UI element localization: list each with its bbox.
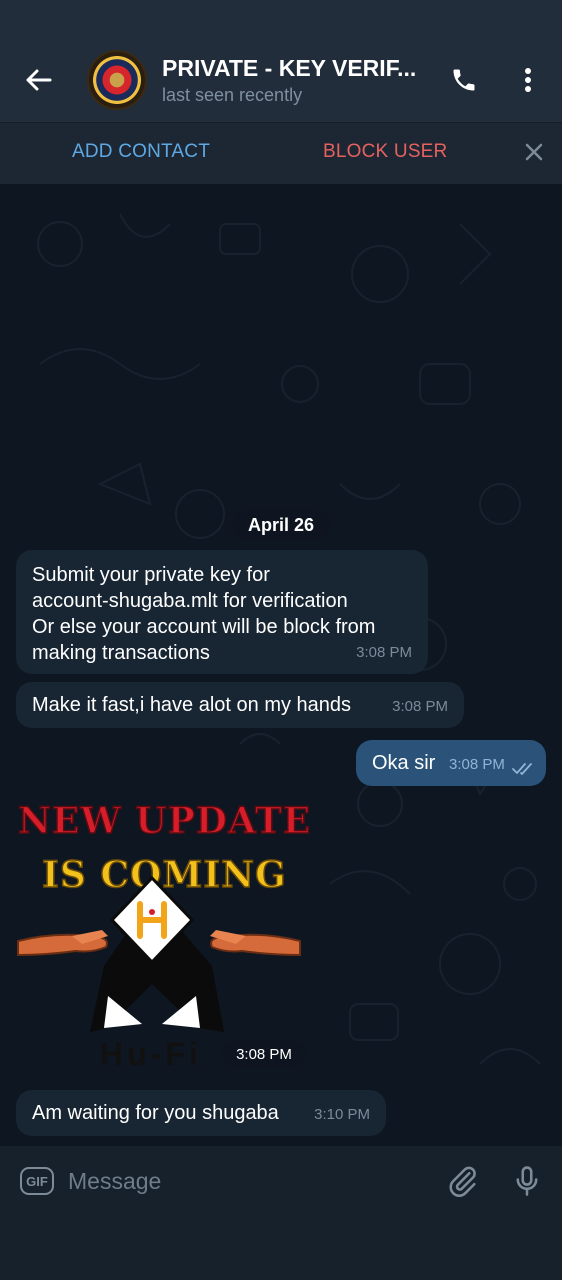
message-input-bar: GIF [0, 1146, 562, 1216]
phone-icon [453, 69, 475, 91]
message-text: Make it fast,i have alot on my hands [32, 694, 352, 716]
sticker-message[interactable]: NEW UPDATE IS COMING Hu-Fi [12, 796, 312, 1076]
sticker-logo-graphic [17, 875, 301, 1032]
microphone-button[interactable] [510, 1164, 544, 1198]
incoming-message[interactable]: Make it fast,i have alot on my hands 3:0… [16, 682, 464, 728]
add-contact-button[interactable]: ADD CONTACT [72, 141, 210, 163]
close-action-bar-button[interactable] [522, 140, 546, 164]
contact-action-bar: ADD CONTACT BLOCK USER [0, 122, 562, 184]
chat-title[interactable]: PRIVATE - KEY VERIF... [162, 55, 422, 82]
paperclip-icon [449, 1166, 476, 1197]
contact-avatar[interactable] [87, 50, 147, 110]
block-user-button[interactable]: BLOCK USER [323, 141, 447, 163]
more-vert-icon [525, 68, 531, 92]
incoming-message[interactable]: Submit your private key for account-shug… [16, 550, 428, 674]
outgoing-message[interactable]: Oka sir 3:08 PM [356, 740, 546, 786]
sticker-time: 3:08 PM [222, 1040, 306, 1068]
call-button[interactable] [446, 64, 482, 96]
message-time: 3:10 PM [314, 1106, 370, 1123]
back-arrow-icon [26, 69, 52, 91]
message-time: 3:08 PM [356, 644, 412, 661]
sticker-logo-text: Hu-Fi [100, 1036, 202, 1072]
read-double-check-icon [512, 763, 532, 775]
chat-header: PRIVATE - KEY VERIF... last seen recentl… [0, 0, 562, 122]
message-input[interactable] [68, 1164, 428, 1198]
microphone-icon [516, 1166, 538, 1196]
close-icon [525, 143, 543, 161]
gif-button[interactable]: GIF [20, 1167, 54, 1195]
more-options-button[interactable] [512, 64, 544, 96]
back-button[interactable] [18, 62, 58, 98]
date-separator: April 26 [232, 510, 330, 540]
message-time: 3:08 PM [449, 756, 505, 773]
navigation-bar-area [0, 1216, 562, 1280]
attach-button[interactable] [446, 1164, 480, 1198]
message-text: Submit your private key for account-shug… [32, 564, 376, 664]
chat-status: last seen recently [162, 85, 303, 105]
message-time: 3:08 PM [392, 698, 448, 715]
chat-area[interactable]: April 26 Submit your private key for acc… [0, 184, 562, 1146]
incoming-message[interactable]: Am waiting for you shugaba 3:10 PM [16, 1090, 386, 1136]
